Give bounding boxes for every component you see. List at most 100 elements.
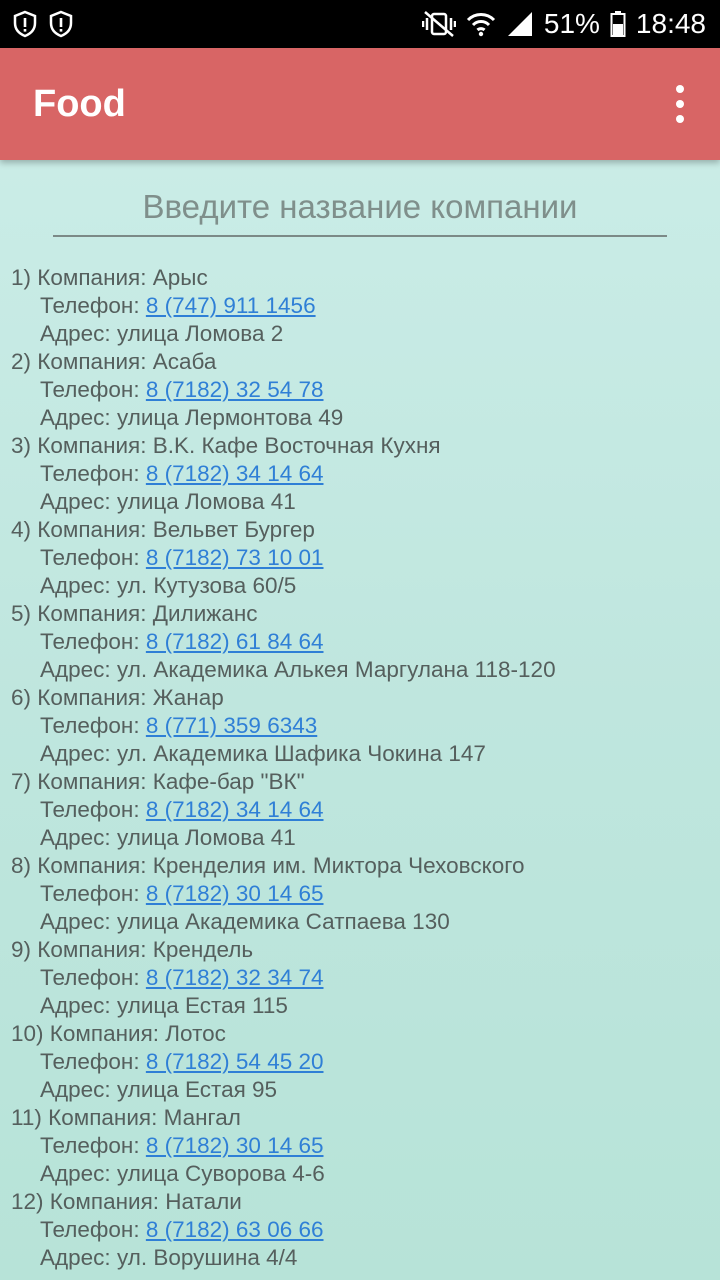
company-name: Жанар (152, 685, 224, 710)
company-line: 3) Компания: B.K. Кафе Восточная Кухня (11, 432, 711, 460)
company-line: 1) Компания: Арыс (11, 264, 711, 292)
app-bar: Food (0, 48, 720, 160)
status-bar: 51% 18:48 (0, 0, 720, 48)
company-name: Мангал (163, 1105, 241, 1130)
address-label: Адрес: (40, 741, 111, 766)
address-line: Адрес: улица Ломова 41 (11, 824, 711, 852)
company-name: Дилижанс (152, 601, 258, 626)
company-list-item: 7) Компания: Кафе-бар "ВК" Телефон: 8 (71… (11, 768, 711, 852)
company-label: Компания: (37, 685, 147, 710)
company-label: Компания: (37, 937, 147, 962)
company-name: B.K. Кафе Восточная Кухня (152, 433, 441, 458)
address-label: Адрес: (40, 657, 111, 682)
address-value: улица Ломова 2 (116, 321, 284, 346)
company-line: 10) Компания: Лотос (11, 1020, 711, 1048)
phone-link[interactable]: 8 (747) 911 1456 (146, 293, 316, 318)
phone-line: Телефон: 8 (7182) 61 84 64 (11, 628, 711, 656)
address-value: ул. Ворушина 4/4 (116, 1245, 298, 1270)
company-name: Натали (165, 1189, 242, 1214)
company-search-input[interactable] (53, 178, 667, 235)
address-value: улица Лермонтова 49 (116, 405, 344, 430)
company-number: 5) (11, 601, 32, 626)
company-name: Асаба (152, 349, 217, 374)
wifi-icon (466, 10, 496, 38)
phone-line: Телефон: 8 (747) 911 1456 (11, 292, 711, 320)
company-list-item: 8) Компания: Кренделия им. Миктора Чехов… (11, 852, 711, 936)
phone-label: Телефон: (40, 461, 140, 486)
address-line: Адрес: улица Академика Сатпаева 130 (11, 908, 711, 936)
phone-link[interactable]: 8 (7182) 54 45 20 (146, 1049, 324, 1074)
address-line: Адрес: ул. Ворушина 4/4 (11, 1244, 711, 1272)
address-line: Адрес: улица Суворова 4-6 (11, 1160, 711, 1188)
company-label: Компания: (37, 433, 147, 458)
company-line: 9) Компания: Крендель (11, 936, 711, 964)
company-list-item: 4) Компания: Вельвет Бургер Телефон: 8 (7… (11, 516, 711, 600)
company-label: Компания: (37, 769, 147, 794)
phone-link[interactable]: 8 (7182) 61 84 64 (146, 629, 324, 654)
phone-link[interactable]: 8 (7182) 32 34 74 (146, 965, 324, 990)
company-name: Арыс (152, 265, 208, 290)
company-list-item: 10) Компания: Лотос Телефон: 8 (7182) 54 … (11, 1020, 711, 1104)
phone-line: Телефон: 8 (7182) 32 54 78 (11, 376, 711, 404)
phone-line: Телефон: 8 (7182) 30 14 65 (11, 1132, 711, 1160)
company-number: 1) (11, 265, 32, 290)
phone-line: Телефон: 8 (7182) 54 45 20 (11, 1048, 711, 1076)
company-line: 2) Компания: Асаба (11, 348, 711, 376)
more-vert-icon (676, 115, 684, 123)
address-line: Адрес: улица Лермонтова 49 (11, 404, 711, 432)
address-label: Адрес: (40, 321, 111, 346)
address-line: Адрес: улица Естая 115 (11, 992, 711, 1020)
company-label: Компания: (49, 1021, 160, 1046)
address-value: ул. Академика Шафика Чокина 147 (116, 741, 486, 766)
phone-line: Телефон: 8 (7182) 30 14 65 (11, 880, 711, 908)
company-name: Кренделия им. Миктора Чеховского (152, 853, 525, 878)
company-number: 10) (11, 1021, 44, 1046)
company-name: Крендель (152, 937, 254, 962)
phone-line: Телефон: 8 (7182) 34 14 64 (11, 796, 711, 824)
address-value: ул. Кутузова 60/5 (116, 573, 297, 598)
company-number: 8) (11, 853, 32, 878)
company-number: 11) (11, 1105, 42, 1130)
address-value: улица Ломова 41 (116, 825, 296, 850)
company-list-item: 6) Компания: Жанар Телефон: 8 (771) 359 6… (11, 684, 711, 768)
company-list-item: 12) Компания: Натали Телефон: 8 (7182) 63… (11, 1188, 711, 1272)
phone-link[interactable]: 8 (7182) 63 06 66 (146, 1217, 324, 1242)
company-label: Компания: (48, 1105, 158, 1130)
phone-label: Телефон: (40, 1133, 140, 1158)
phone-link[interactable]: 8 (7182) 34 14 64 (146, 461, 324, 486)
company-list-item: 5) Компания: Дилижанс Телефон: 8 (7182) 6… (11, 600, 711, 684)
company-name: Лотос (165, 1021, 226, 1046)
phone-link[interactable]: 8 (771) 359 6343 (146, 713, 317, 738)
alert-shield-icon (12, 10, 38, 38)
address-line: Адрес: улица Ломова 41 (11, 488, 711, 516)
overflow-menu-button[interactable] (660, 74, 700, 134)
address-label: Адрес: (40, 573, 111, 598)
status-bar-right: 51% 18:48 (421, 8, 706, 40)
phone-line: Телефон: 8 (771) 359 6343 (11, 712, 711, 740)
address-label: Адрес: (40, 1077, 111, 1102)
phone-line: Телефон: 8 (7182) 73 10 01 (11, 544, 711, 572)
company-line: 8) Компания: Кренделия им. Миктора Чехов… (11, 852, 711, 880)
company-number: 4) (11, 517, 32, 542)
company-label: Компания: (37, 265, 147, 290)
company-label: Компания: (49, 1189, 160, 1214)
address-label: Адрес: (40, 489, 111, 514)
phone-label: Телефон: (40, 713, 140, 738)
phone-link[interactable]: 8 (7182) 73 10 01 (146, 545, 324, 570)
phone-label: Телефон: (40, 797, 140, 822)
phone-link[interactable]: 8 (7182) 30 14 65 (146, 881, 324, 906)
clock: 18:48 (635, 8, 706, 39)
signal-icon (506, 10, 534, 38)
address-value: улица Ломова 41 (116, 489, 296, 514)
app-title: Food (33, 82, 126, 125)
company-list-item: 2) Компания: Асаба Телефон: 8 (7182) 32 5… (11, 348, 711, 432)
more-vert-icon (676, 100, 684, 108)
company-list-item: 3) Компания: B.K. Кафе Восточная Кухня Те… (11, 432, 711, 516)
company-list-item: 11) Компания: Мангал Телефон: 8 (7182) 30… (11, 1104, 711, 1188)
company-number: 9) (11, 937, 32, 962)
more-vert-icon (676, 85, 684, 93)
phone-link[interactable]: 8 (7182) 34 14 64 (146, 797, 324, 822)
address-value: улица Суворова 4-6 (116, 1161, 325, 1186)
phone-link[interactable]: 8 (7182) 32 54 78 (146, 377, 324, 402)
phone-link[interactable]: 8 (7182) 30 14 65 (146, 1133, 324, 1158)
